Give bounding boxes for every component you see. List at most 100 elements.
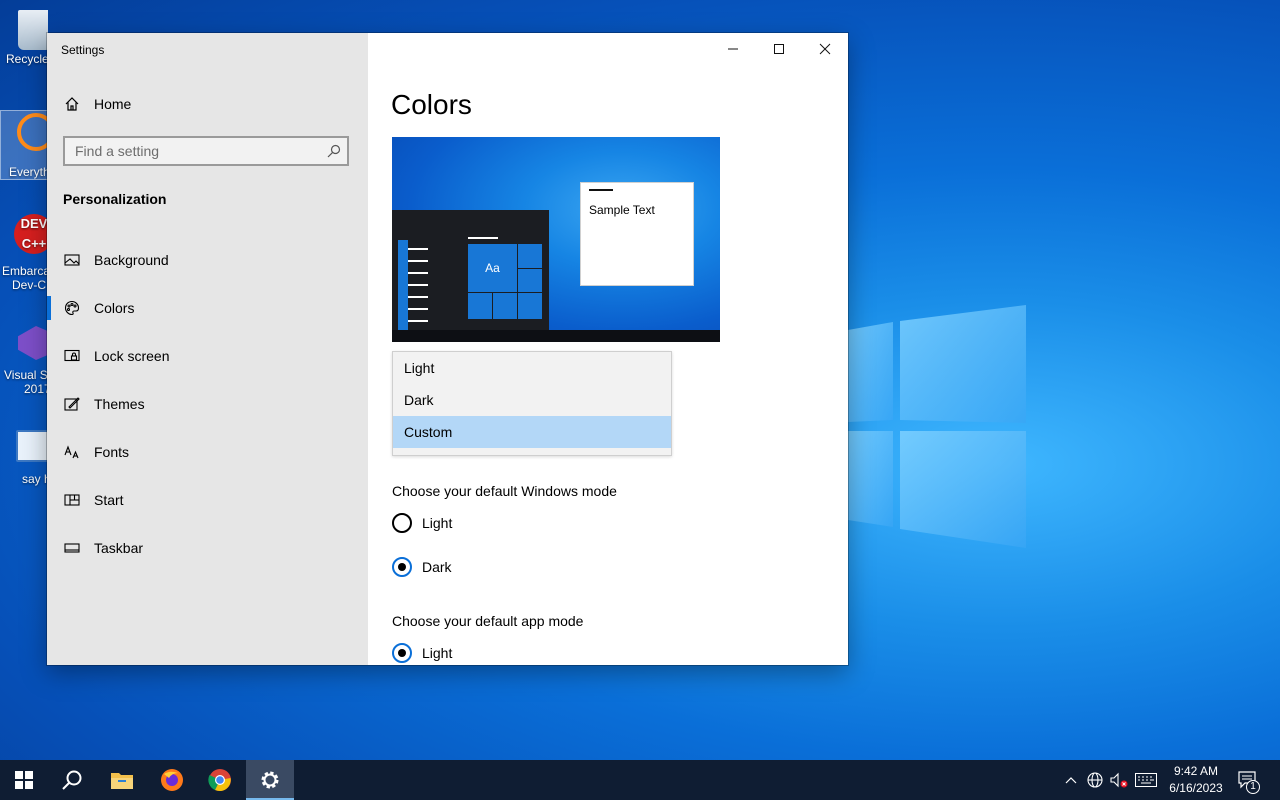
dropdown-option-dark[interactable]: Dark — [393, 384, 671, 416]
radio-circle — [392, 513, 412, 533]
settings-sidebar: Settings Home Personalization Background — [47, 33, 368, 665]
network-button[interactable] — [1084, 760, 1106, 800]
visual-studio-icon — [18, 326, 48, 360]
dropdown-option-light[interactable]: Light — [393, 352, 671, 384]
preview-tile-large: Aa — [467, 243, 518, 293]
desktop-icon-say-hello[interactable]: say h — [0, 430, 48, 492]
close-icon — [819, 43, 831, 55]
desktop-icon-visual-studio[interactable]: Visual St 2017 — [0, 326, 48, 402]
firefox-icon — [161, 769, 183, 791]
firefox-button[interactable] — [148, 760, 196, 800]
settings-window: Settings Home Personalization Background — [47, 33, 848, 665]
start-icon — [63, 491, 81, 509]
sidebar-item-themes[interactable]: Themes — [47, 380, 368, 428]
preview-window-bar — [589, 189, 613, 191]
themes-icon — [63, 395, 81, 413]
sidebar-item-fonts[interactable]: Fonts — [47, 428, 368, 476]
preview-start-header — [468, 237, 498, 239]
clock[interactable]: 9:42 AM 6/16/2023 — [1160, 763, 1232, 797]
color-mode-dropdown[interactable]: Light Dark Custom — [392, 351, 672, 456]
globe-icon — [1087, 772, 1103, 788]
sidebar-item-label: Taskbar — [94, 540, 144, 556]
radio-circle-selected — [392, 557, 412, 577]
desktop-icon-devcpp[interactable]: DEV C++ Embarca Dev-C — [0, 214, 48, 298]
taskbar: 9:42 AM 6/16/2023 1 — [0, 760, 1280, 800]
preview-start-rail — [398, 240, 408, 330]
clock-date: 6/16/2023 — [1169, 781, 1223, 795]
preview-sample-text: Sample Text — [589, 203, 655, 217]
desktop-icon-everything[interactable]: Everyth — [0, 110, 50, 180]
preview-app-window: Sample Text — [580, 182, 694, 286]
preview-start-menu: Aa — [392, 210, 549, 332]
preview-start-lines — [408, 238, 428, 328]
devcpp-icon: DEV C++ — [14, 214, 48, 254]
sidebar-item-label: Background — [94, 252, 169, 268]
home-label: Home — [94, 96, 132, 112]
show-hidden-icons-button[interactable] — [1062, 760, 1080, 800]
radio-label: Dark — [422, 559, 452, 575]
clock-time: 9:42 AM — [1173, 764, 1219, 778]
chrome-icon — [208, 769, 231, 792]
desktop-icon-label: Visual St — [4, 368, 48, 382]
home-icon — [63, 95, 81, 113]
start-button[interactable] — [0, 760, 48, 800]
file-explorer-button[interactable] — [98, 760, 146, 800]
minimize-icon — [728, 48, 738, 50]
image-icon — [63, 251, 81, 269]
sidebar-item-label: Themes — [94, 396, 145, 412]
fonts-icon — [63, 443, 81, 461]
maximize-icon — [774, 44, 784, 54]
windows-mode-light-radio[interactable]: Light — [392, 513, 452, 533]
desktop-icon-label: Recycle — [6, 52, 48, 66]
search-input[interactable] — [65, 138, 325, 164]
windows-start-icon — [15, 771, 33, 789]
sidebar-item-lock-screen[interactable]: Lock screen — [47, 332, 368, 380]
lock-screen-icon — [63, 347, 81, 365]
windows-mode-label: Choose your default Windows mode — [392, 483, 617, 499]
sidebar-item-colors[interactable]: Colors — [47, 284, 368, 332]
minimize-button[interactable] — [710, 33, 756, 65]
touch-keyboard-button[interactable] — [1134, 760, 1158, 800]
page-title: Colors — [391, 89, 472, 120]
palette-icon — [63, 299, 81, 317]
desktop-icon-recycle-bin[interactable]: Recycle — [0, 6, 48, 76]
volume-button[interactable] — [1108, 760, 1130, 800]
sidebar-item-label: Fonts — [94, 444, 130, 460]
search-button[interactable] — [48, 760, 96, 800]
taskbar-icon — [63, 539, 81, 557]
application-icon — [16, 430, 48, 462]
windows-mode-dark-radio[interactable]: Dark — [392, 557, 452, 577]
action-center-button[interactable]: 1 — [1234, 760, 1262, 800]
maximize-button[interactable] — [756, 33, 802, 65]
radio-label: Light — [422, 645, 453, 661]
dropdown-option-custom[interactable]: Custom — [393, 416, 671, 448]
find-setting-search[interactable] — [63, 136, 349, 166]
sidebar-item-label: Colors — [94, 300, 135, 316]
sidebar-item-label: Start — [94, 492, 124, 508]
preview-taskbar — [392, 330, 720, 342]
settings-taskbar-button[interactable] — [246, 760, 294, 800]
home-button[interactable]: Home — [63, 95, 131, 113]
app-mode-label: Choose your default app mode — [392, 613, 584, 629]
folder-icon — [111, 773, 133, 789]
preview-tile — [517, 292, 543, 320]
sidebar-item-taskbar[interactable]: Taskbar — [47, 524, 368, 572]
preview-tile — [467, 292, 493, 320]
recycle-bin-icon — [18, 10, 48, 50]
color-preview: Aa Sample Text — [392, 137, 720, 342]
desktop-icon-label: say h — [22, 472, 48, 486]
radio-label: Light — [422, 515, 453, 531]
sidebar-item-start[interactable]: Start — [47, 476, 368, 524]
sidebar-item-background[interactable]: Background — [47, 236, 368, 284]
desktop-icon-label: Embarca — [2, 264, 48, 278]
chrome-button[interactable] — [196, 760, 244, 800]
preview-tile — [517, 243, 543, 269]
radio-circle-selected — [392, 643, 412, 663]
gear-icon — [261, 771, 279, 789]
desktop-icon-label: 2017 — [24, 382, 48, 396]
app-mode-light-radio[interactable]: Light — [392, 643, 452, 663]
search-icon[interactable] — [327, 144, 341, 158]
preview-tile — [492, 292, 518, 320]
close-button[interactable] — [802, 33, 848, 65]
preview-tile — [517, 268, 543, 294]
